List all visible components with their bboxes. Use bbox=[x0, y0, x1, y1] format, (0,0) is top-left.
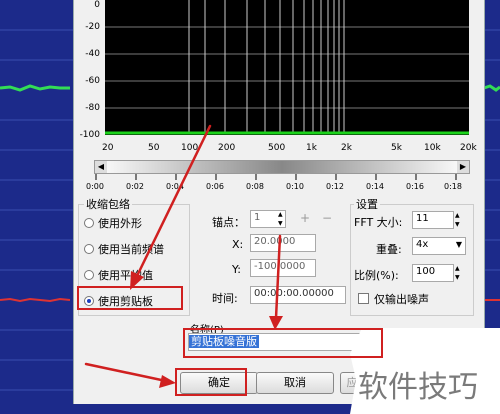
arrow-head bbox=[130, 271, 144, 290]
annotation-arrows bbox=[84, 124, 283, 388]
arrow-to-clipboard-option bbox=[135, 124, 212, 278]
arrow-head bbox=[159, 375, 176, 388]
arrow-to-ok-button bbox=[84, 362, 168, 383]
arrow-to-name-field bbox=[274, 234, 282, 320]
arrow-head bbox=[269, 316, 283, 330]
